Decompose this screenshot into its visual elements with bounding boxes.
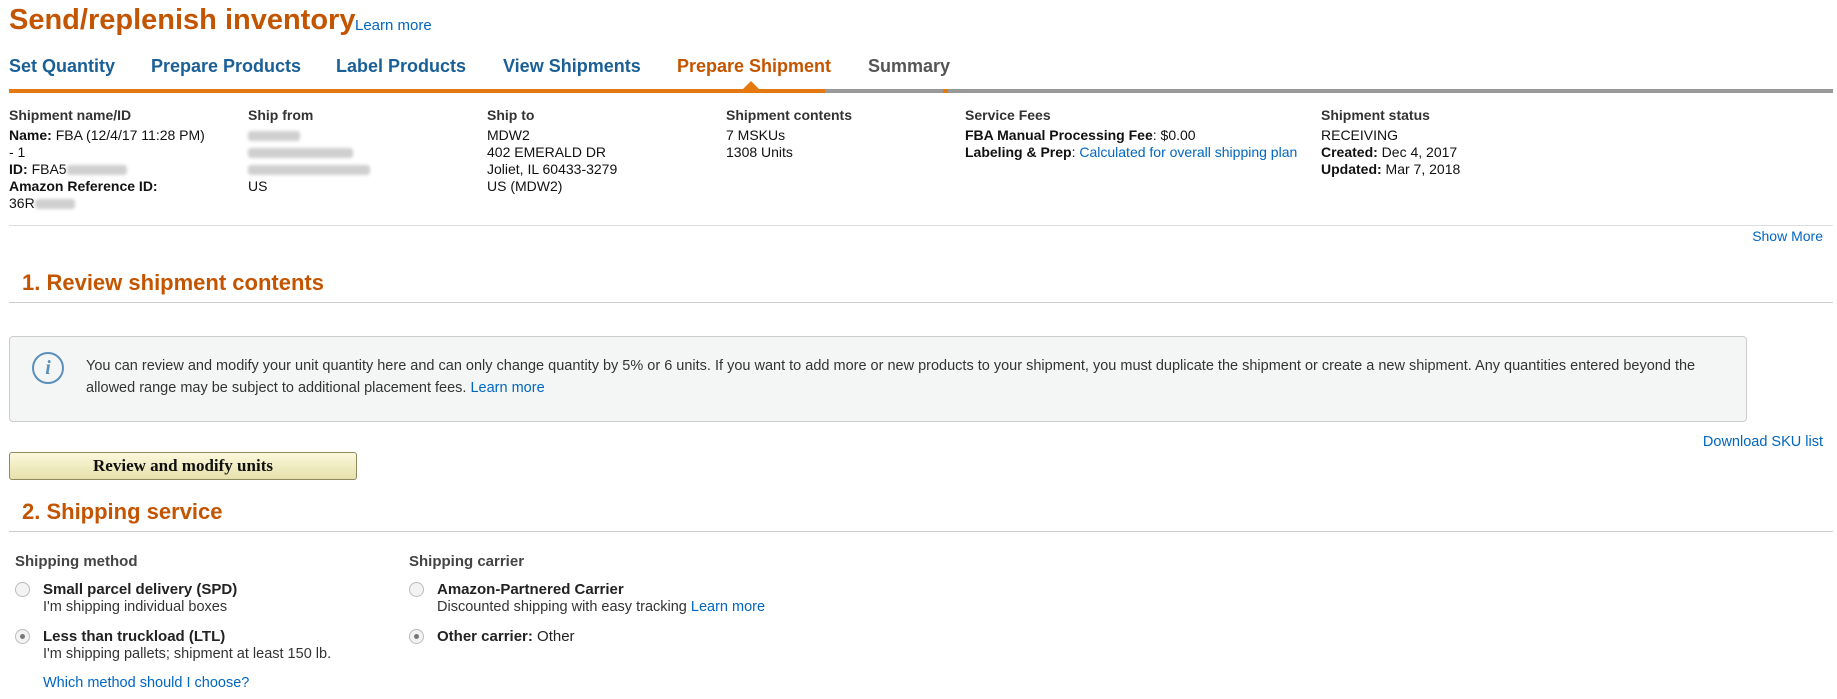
reference-id: 36R bbox=[9, 195, 35, 211]
redacted-id bbox=[66, 165, 127, 176]
show-more-link[interactable]: Show More bbox=[1752, 228, 1823, 244]
other-carrier-label[interactable]: Other carrier: Other bbox=[437, 628, 575, 645]
processing-fee-label: FBA Manual Processing Fee bbox=[965, 127, 1153, 143]
download-sku-list-link[interactable]: Download SKU list bbox=[1703, 434, 1823, 450]
section-review-title: 1. Review shipment contents bbox=[22, 270, 324, 295]
spd-radio[interactable] bbox=[15, 582, 30, 597]
status-value: RECEIVING bbox=[1321, 127, 1399, 143]
which-method-link[interactable]: Which method should I choose? bbox=[43, 675, 249, 691]
tab-summary[interactable]: Summary bbox=[868, 56, 950, 77]
shipping-carrier-heading: Shipping carrier bbox=[409, 553, 525, 570]
spd-label[interactable]: Small parcel delivery (SPD) bbox=[43, 581, 237, 598]
ltl-description: I'm shipping pallets; shipment at least … bbox=[43, 646, 332, 662]
active-tab-caret-icon bbox=[743, 81, 759, 89]
fees-heading: Service Fees bbox=[965, 107, 1051, 123]
spd-description: I'm shipping individual boxes bbox=[43, 599, 228, 615]
section-shipping-title: 2. Shipping service bbox=[22, 499, 223, 524]
info-message: You can review and modify your unit quan… bbox=[86, 358, 1696, 396]
processing-fee-value: : $0.00 bbox=[1152, 127, 1196, 143]
labeling-prep-label: Labeling & Prep bbox=[965, 144, 1072, 160]
ship-from-country: US bbox=[248, 178, 268, 194]
created-date: Dec 4, 2017 bbox=[1377, 144, 1458, 160]
status-heading: Shipment status bbox=[1321, 107, 1430, 123]
summary-service-fees: Service Fees FBA Manual Processing Fee: … bbox=[965, 107, 1305, 161]
progress-bar-completed bbox=[9, 89, 949, 93]
section-review-rule bbox=[9, 302, 1833, 303]
info-learn-more-link[interactable]: Learn more bbox=[470, 380, 544, 396]
summary-name-id: Shipment name/ID Name: FBA (12/4/17 11:2… bbox=[9, 107, 209, 212]
ship-from-heading: Ship from bbox=[248, 107, 314, 123]
created-label: Created: bbox=[1321, 144, 1378, 160]
shipment-id: FBA5 bbox=[31, 161, 67, 177]
info-text: You can review and modify your unit quan… bbox=[86, 355, 1716, 399]
ship-to-line: MDW2 bbox=[487, 127, 530, 143]
other-carrier-radio[interactable] bbox=[409, 629, 424, 644]
other-carrier-title: Other carrier: bbox=[437, 628, 533, 645]
redacted-reference bbox=[34, 199, 75, 210]
ship-to-line: Joliet, IL 60433-3279 bbox=[487, 161, 618, 177]
header-learn-more-link[interactable]: Learn more bbox=[355, 17, 432, 34]
shipping-method-heading: Shipping method bbox=[15, 553, 138, 570]
summary-ship-from: Ship from US bbox=[248, 107, 448, 195]
summary-status: Shipment status RECEIVING Created: Dec 4… bbox=[1321, 107, 1581, 178]
redacted-from-name bbox=[248, 131, 300, 142]
name-label: Name: bbox=[9, 127, 52, 143]
review-modify-units-button[interactable]: Review and modify units bbox=[9, 452, 357, 480]
summary-name-id-heading: Shipment name/ID bbox=[9, 107, 132, 123]
amazon-partnered-label[interactable]: Amazon-Partnered Carrier bbox=[437, 581, 624, 598]
ltl-radio[interactable] bbox=[15, 629, 30, 644]
id-label: ID: bbox=[9, 161, 28, 177]
ltl-label[interactable]: Less than truckload (LTL) bbox=[43, 628, 225, 645]
updated-date: Mar 7, 2018 bbox=[1381, 161, 1461, 177]
ship-to-line: US (MDW2) bbox=[487, 178, 563, 194]
redacted-from-street bbox=[248, 148, 353, 159]
tab-prepare-shipment[interactable]: Prepare Shipment bbox=[677, 56, 831, 77]
tab-view-shipments[interactable]: View Shipments bbox=[503, 56, 641, 77]
amazon-partnered-description: Discounted shipping with easy tracking L… bbox=[437, 599, 765, 615]
contents-line: 7 MSKUs bbox=[726, 127, 786, 143]
tab-set-quantity[interactable]: Set Quantity bbox=[9, 56, 115, 77]
amazon-partnered-radio[interactable] bbox=[409, 582, 424, 597]
ship-to-line: 402 EMERALD DR bbox=[487, 144, 607, 160]
redacted-from-city bbox=[248, 165, 370, 176]
reference-id-label: Amazon Reference ID: bbox=[9, 178, 158, 194]
other-carrier-value: Other bbox=[532, 628, 575, 645]
tab-prepare-products[interactable]: Prepare Products bbox=[151, 56, 301, 77]
info-alert: i You can review and modify your unit qu… bbox=[9, 336, 1747, 422]
amazon-partnered-sub: Discounted shipping with easy tracking bbox=[437, 599, 691, 615]
ship-to-heading: Ship to bbox=[487, 107, 535, 123]
contents-heading: Shipment contents bbox=[726, 107, 853, 123]
page-title: Send/replenish inventory bbox=[9, 4, 356, 36]
summary-divider bbox=[9, 225, 1833, 226]
carrier-learn-more-link[interactable]: Learn more bbox=[691, 599, 765, 615]
updated-label: Updated: bbox=[1321, 161, 1382, 177]
info-icon: i bbox=[32, 352, 64, 384]
tab-label-products[interactable]: Label Products bbox=[336, 56, 466, 77]
contents-line: 1308 Units bbox=[726, 144, 793, 160]
section-shipping-rule bbox=[9, 531, 1833, 532]
summary-contents: Shipment contents 7 MSKUs 1308 Units bbox=[726, 107, 926, 161]
progress-bar-remaining-extended bbox=[948, 89, 1833, 93]
labeling-prep-link[interactable]: Calculated for overall shipping plan bbox=[1079, 144, 1297, 160]
progress-bar-remaining bbox=[825, 89, 943, 93]
summary-ship-to: Ship to MDW2 402 EMERALD DR Joliet, IL 6… bbox=[487, 107, 697, 195]
